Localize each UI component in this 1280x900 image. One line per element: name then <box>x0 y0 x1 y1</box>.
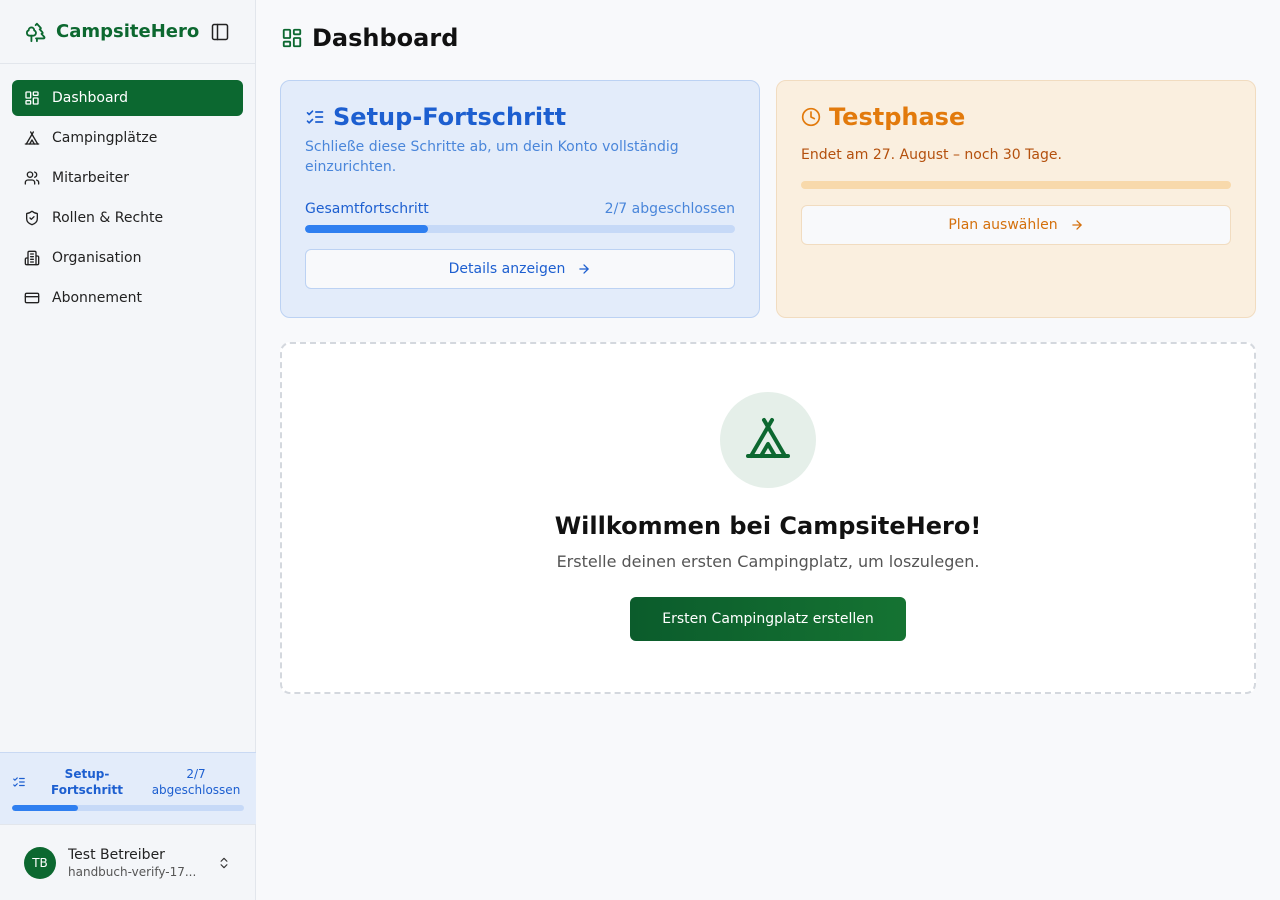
sidebar-item-label: Abonnement <box>52 290 143 306</box>
page-title: Dashboard <box>312 24 459 52</box>
sidebar-setup-progress[interactable]: Setup-Fortschritt 2/7 abgeschlossen <box>0 752 256 824</box>
sidebar-item-abonnement[interactable]: Abonnement <box>12 280 243 316</box>
sidebar-item-label: Dashboard <box>52 90 128 106</box>
page-header: Dashboard <box>280 24 458 52</box>
sidebar-nav: Dashboard Campingplätze Mitarbeiter Roll… <box>0 64 255 336</box>
sidebar-progress-count: 2/7 abgeschlossen <box>151 767 241 797</box>
create-campsite-button[interactable]: Ersten Campingplatz erstellen <box>630 597 906 641</box>
sidebar-item-dashboard[interactable]: Dashboard <box>12 80 243 116</box>
sidebar-item-rollen-rechte[interactable]: Rollen & Rechte <box>12 200 243 236</box>
setup-progress-card: Setup-Fortschritt Schließe diese Schritt… <box>280 80 760 318</box>
sidebar: CampsiteHero Dashboard Campingplätze Mit… <box>0 0 256 900</box>
trial-card-description: Endet am 27. August – noch 30 Tage. <box>801 147 1062 163</box>
sidebar-progress-bar <box>12 805 244 811</box>
clock-icon <box>801 107 821 127</box>
sidebar-item-campingplaetze[interactable]: Campingplätze <box>12 120 243 156</box>
trees-logo-icon <box>24 20 48 44</box>
arrow-right-icon <box>577 262 591 276</box>
user-info: Test Betreiber handbuch-verify-17... <box>68 847 216 879</box>
setup-card-title-text: Setup-Fortschritt <box>333 103 567 131</box>
empty-state-subtitle: Erstelle deinen ersten Campingplatz, um … <box>556 552 980 571</box>
checklist-icon <box>12 775 26 789</box>
sidebar-progress-fill <box>12 805 79 811</box>
sidebar-progress-label: Setup-Fortschritt <box>51 767 123 797</box>
tent-icon <box>24 130 40 146</box>
setup-progress-fill <box>305 225 428 233</box>
trial-card-title: Testphase <box>801 101 1231 133</box>
checklist-icon <box>305 107 325 127</box>
trial-progress-bar <box>801 181 1231 189</box>
empty-state-icon-circle <box>720 392 816 488</box>
setup-progress-count: 2/7 abgeschlossen <box>604 201 735 217</box>
setup-card-description: Schließe diese Schritte ab, um dein Kont… <box>305 139 679 175</box>
sidebar-item-mitarbeiter[interactable]: Mitarbeiter <box>12 160 243 196</box>
sidebar-item-label: Mitarbeiter <box>52 170 130 186</box>
choose-plan-button[interactable]: Plan auswählen <box>801 205 1231 245</box>
brand-header: CampsiteHero <box>0 0 255 64</box>
setup-progress-label: Gesamtfortschritt <box>305 201 429 217</box>
setup-card-title: Setup-Fortschritt <box>305 101 735 133</box>
sidebar-item-organisation[interactable]: Organisation <box>12 240 243 276</box>
setup-progress-bar <box>305 225 735 233</box>
user-name: Test Betreiber <box>68 846 165 863</box>
empty-state-title: Willkommen bei CampsiteHero! <box>554 512 982 540</box>
shield-icon <box>24 210 40 226</box>
brand-name: CampsiteHero <box>56 21 200 42</box>
chevrons-up-down-icon <box>216 855 232 871</box>
sidebar-toggle-icon[interactable] <box>209 21 231 43</box>
trial-card: Testphase Endet am 27. August – noch 30 … <box>776 80 1256 318</box>
dashboard-icon <box>24 90 40 106</box>
building-icon <box>24 250 40 266</box>
details-button[interactable]: Details anzeigen <box>305 249 735 289</box>
credit-card-icon <box>24 290 40 306</box>
tent-icon <box>744 414 792 466</box>
sidebar-item-label: Campingplätze <box>52 130 158 146</box>
users-icon <box>24 170 40 186</box>
choose-plan-button-label: Plan auswählen <box>948 217 1058 233</box>
sidebar-item-label: Rollen & Rechte <box>52 210 164 226</box>
setup-progress-row: Gesamtfortschritt 2/7 abgeschlossen <box>305 201 735 217</box>
trial-card-title-text: Testphase <box>829 103 966 131</box>
user-menu[interactable]: TB Test Betreiber handbuch-verify-17... <box>0 824 256 900</box>
empty-state: Willkommen bei CampsiteHero! Erstelle de… <box>280 342 1256 694</box>
avatar: TB <box>24 846 56 879</box>
sidebar-item-label: Organisation <box>52 250 142 266</box>
details-button-label: Details anzeigen <box>448 261 566 277</box>
main-content: Dashboard Setup-Fortschritt Schließe die… <box>256 0 1280 900</box>
user-email: handbuch-verify-17... <box>68 864 197 879</box>
arrow-right-icon <box>1070 218 1084 232</box>
dashboard-icon <box>280 26 304 50</box>
